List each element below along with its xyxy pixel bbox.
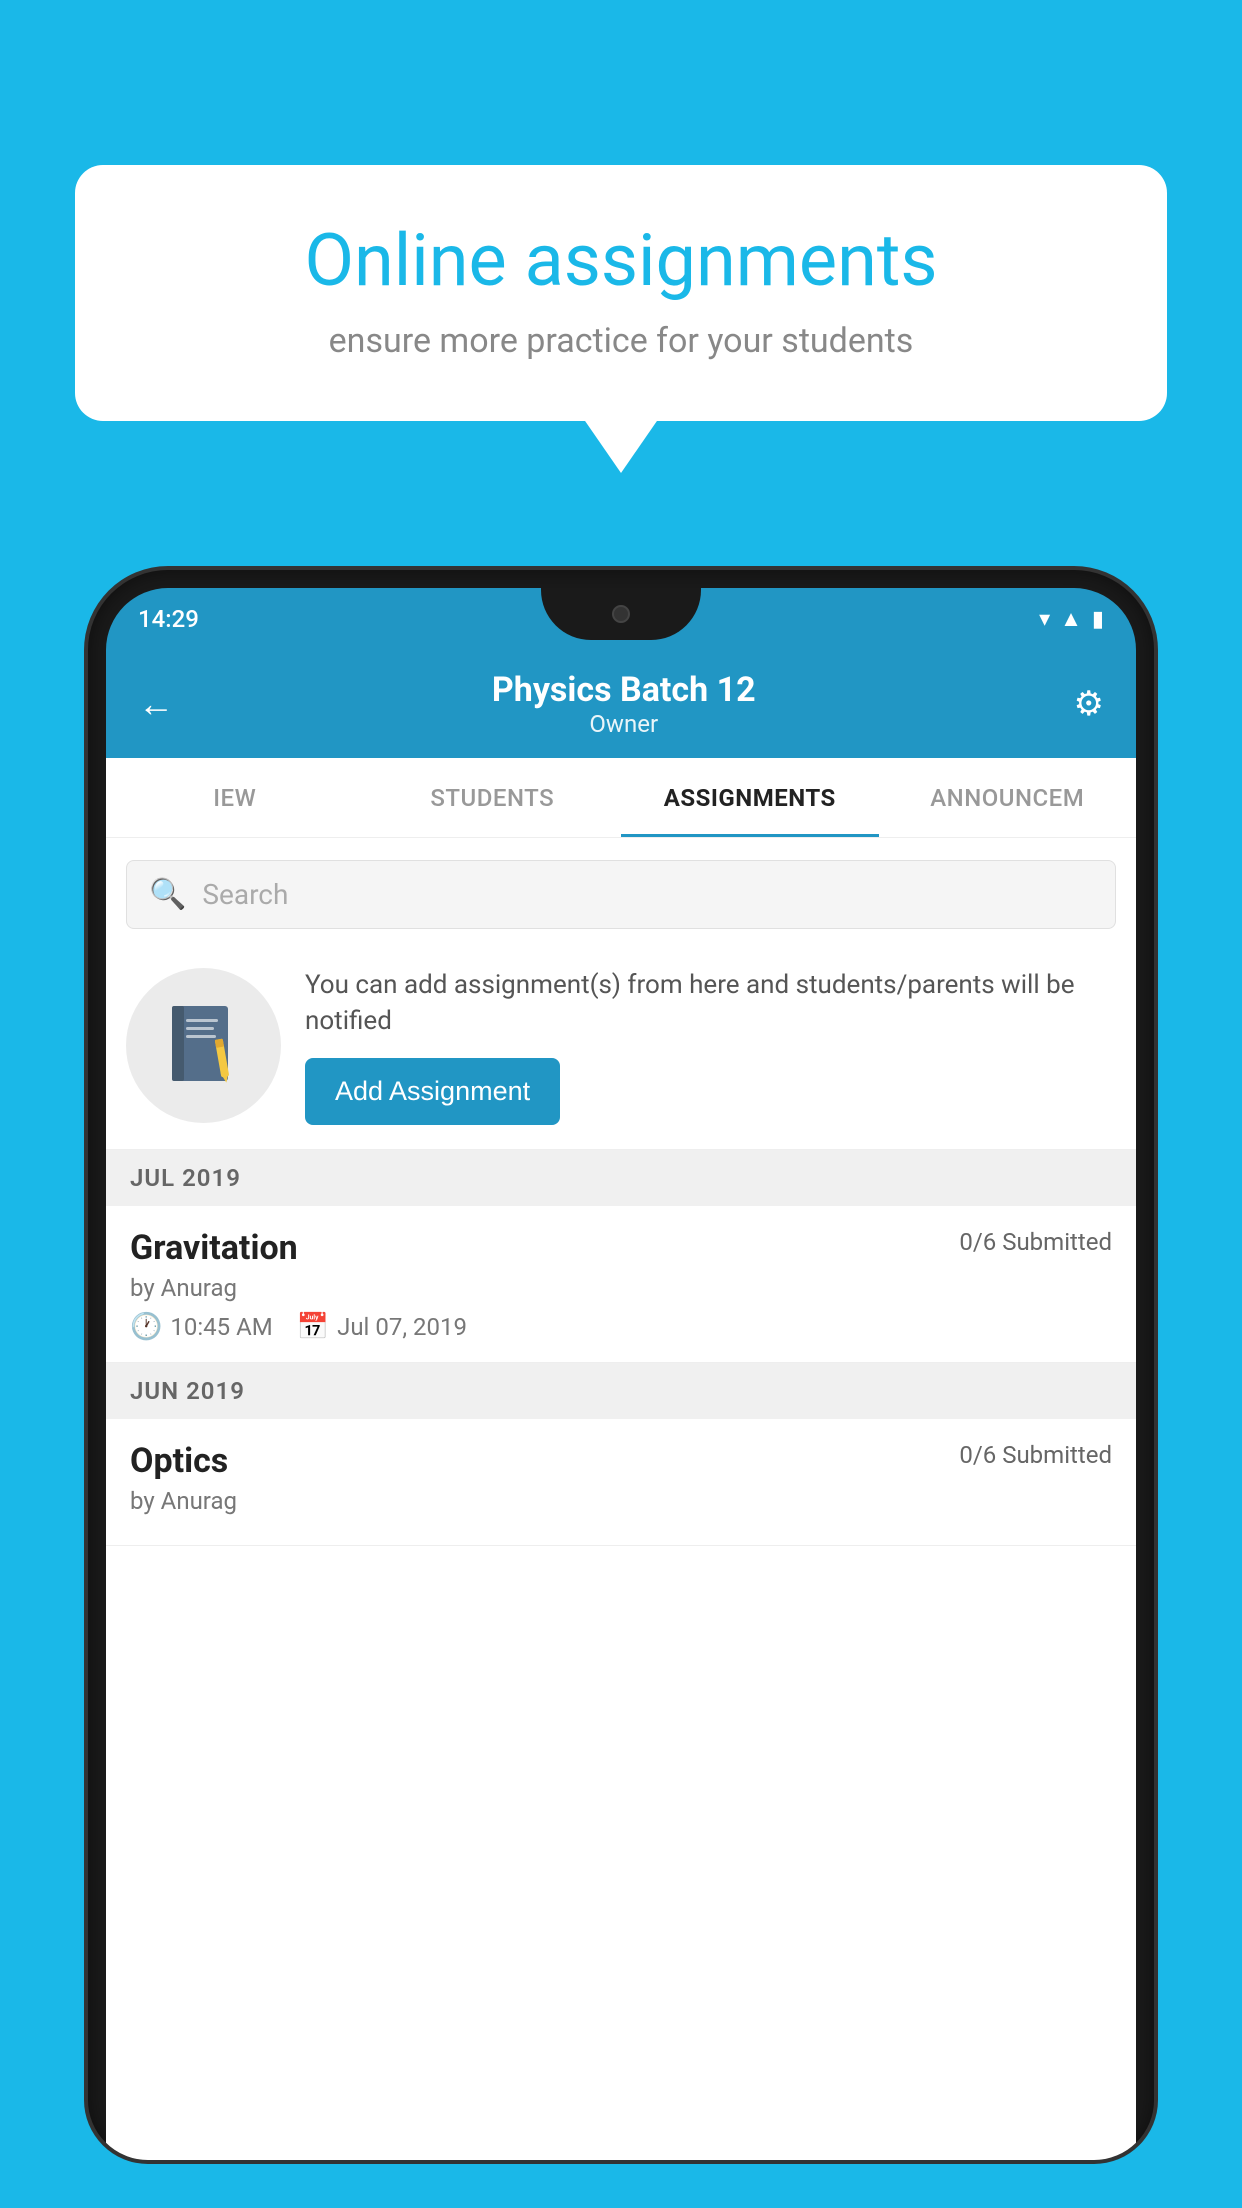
status-icons: ▾ ▲ ▮: [1039, 606, 1104, 632]
bubble-subtitle: ensure more practice for your students: [135, 321, 1107, 361]
status-time: 14:29: [138, 605, 199, 633]
tab-assignments[interactable]: ASSIGNMENTS: [621, 758, 879, 837]
bubble-title: Online assignments: [135, 220, 1107, 303]
battery-icon: ▮: [1092, 607, 1104, 632]
promo-text: You can add assignment(s) from here and …: [305, 967, 1116, 1040]
search-placeholder-text: Search: [202, 878, 288, 911]
settings-button[interactable]: ⚙: [1074, 684, 1104, 724]
assignment-row1-optics: Optics 0/6 Submitted: [130, 1441, 1112, 1481]
camera-dot: [612, 605, 630, 623]
speech-bubble-card: Online assignments ensure more practice …: [75, 165, 1167, 421]
add-assignment-button[interactable]: Add Assignment: [305, 1058, 560, 1125]
app-header: ← Physics Batch 12 Owner ⚙: [106, 650, 1136, 758]
add-assignment-promo: You can add assignment(s) from here and …: [106, 947, 1136, 1150]
assignment-name-gravitation: Gravitation: [130, 1228, 298, 1268]
tabs-bar: IEW STUDENTS ASSIGNMENTS ANNOUNCEM: [106, 758, 1136, 838]
assignment-item-optics[interactable]: Optics 0/6 Submitted by Anurag: [106, 1419, 1136, 1546]
assignment-time: 🕐 10:45 AM: [130, 1312, 273, 1342]
search-icon: 🔍: [149, 877, 186, 912]
assignment-by-gravitation: by Anurag: [130, 1274, 1112, 1302]
assignment-item-gravitation[interactable]: Gravitation 0/6 Submitted by Anurag 🕐 10…: [106, 1206, 1136, 1363]
section-header-jun: JUN 2019: [106, 1363, 1136, 1419]
tab-announcements[interactable]: ANNOUNCEM: [879, 758, 1137, 837]
phone-outer: 14:29 ▾ ▲ ▮ ← Physics Batch 12 Owner ⚙ I…: [88, 570, 1154, 2160]
header-center: Physics Batch 12 Owner: [492, 670, 756, 738]
section-header-jul: JUL 2019: [106, 1150, 1136, 1206]
assignment-meta-gravitation: 🕐 10:45 AM 📅 Jul 07, 2019: [130, 1312, 1112, 1342]
clock-icon: 🕐: [130, 1312, 162, 1342]
tab-iew[interactable]: IEW: [106, 758, 364, 837]
assignment-submitted-gravitation: 0/6 Submitted: [959, 1228, 1112, 1256]
assignment-row1: Gravitation 0/6 Submitted: [130, 1228, 1112, 1268]
header-subtitle: Owner: [492, 710, 756, 738]
notebook-icon-circle: [126, 968, 281, 1123]
wifi-icon: ▾: [1039, 607, 1050, 632]
assignment-by-optics: by Anurag: [130, 1487, 1112, 1515]
status-bar: 14:29 ▾ ▲ ▮: [106, 588, 1136, 650]
assignment-time-text: 10:45 AM: [170, 1313, 272, 1341]
phone-content: 🔍 Search: [106, 838, 1136, 2160]
phone-container: 14:29 ▾ ▲ ▮ ← Physics Batch 12 Owner ⚙ I…: [88, 570, 1154, 2208]
back-button[interactable]: ←: [138, 683, 174, 725]
notebook-svg: [164, 1001, 244, 1091]
assignment-date-text: Jul 07, 2019: [337, 1313, 467, 1341]
phone-notch: [541, 588, 701, 640]
promo-text-area: You can add assignment(s) from here and …: [305, 967, 1116, 1125]
tab-students[interactable]: STUDENTS: [364, 758, 622, 837]
calendar-icon: 📅: [297, 1312, 329, 1342]
assignment-date: 📅 Jul 07, 2019: [297, 1312, 467, 1342]
header-title: Physics Batch 12: [492, 670, 756, 710]
search-bar[interactable]: 🔍 Search: [126, 860, 1116, 929]
assignment-submitted-optics: 0/6 Submitted: [959, 1441, 1112, 1469]
assignment-name-optics: Optics: [130, 1441, 228, 1481]
signal-icon: ▲: [1060, 606, 1082, 632]
